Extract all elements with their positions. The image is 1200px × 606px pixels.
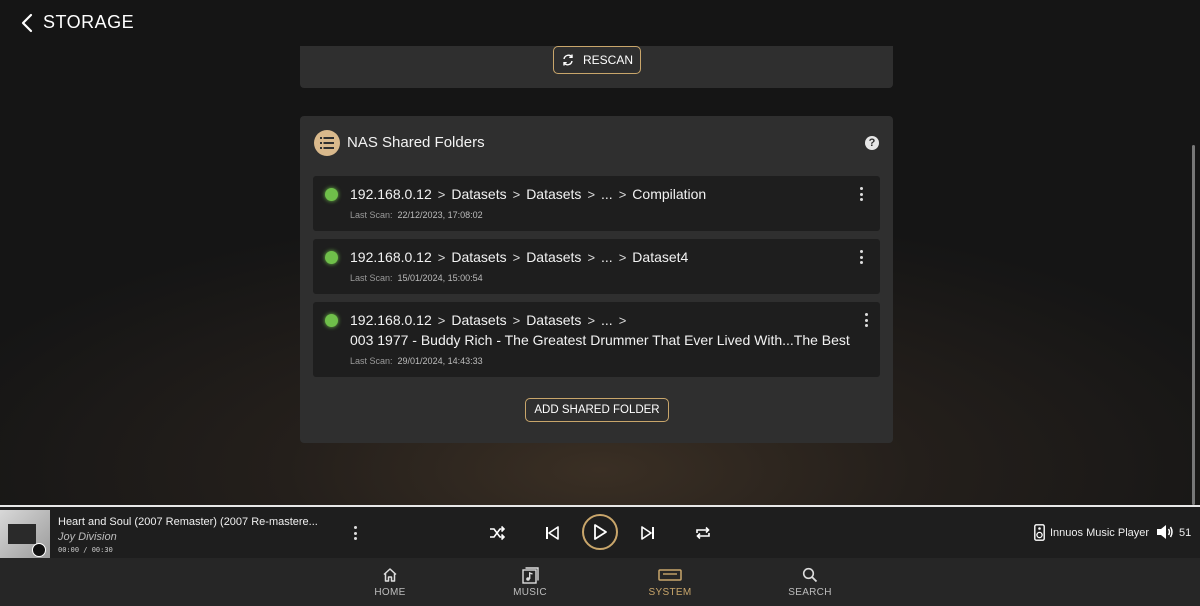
folder-row[interactable]: 192.168.0.12 > Datasets > Datasets > ... > 0… bbox=[313, 302, 880, 377]
path-segment: 192.168.0.12 bbox=[350, 249, 432, 265]
rescan-icon bbox=[563, 54, 573, 66]
search-icon bbox=[802, 566, 818, 584]
folder-row[interactable]: 192.168.0.12 > Datasets > Datasets > ... > C… bbox=[313, 176, 880, 231]
nas-section-title: NAS Shared Folders bbox=[347, 134, 485, 151]
last-scan: Last Scan: 29/01/2024, 14:43:33 bbox=[350, 356, 483, 366]
chevron-right-icon: > bbox=[512, 312, 521, 328]
track-artist[interactable]: Joy Division bbox=[58, 531, 117, 543]
track-time: 00:00 / 00:30 bbox=[58, 546, 113, 554]
volume-level: 51 bbox=[1179, 527, 1192, 539]
path-segment: Datasets bbox=[526, 249, 582, 265]
system-icon bbox=[658, 566, 682, 584]
nav-label: SYSTEM bbox=[648, 587, 692, 598]
back-arrow-icon[interactable] bbox=[18, 12, 38, 34]
more-options-icon[interactable] bbox=[854, 248, 868, 266]
nav-music[interactable]: MUSIC bbox=[490, 558, 570, 606]
nav-home[interactable]: HOME bbox=[350, 558, 430, 606]
scrollbar[interactable] bbox=[1192, 145, 1195, 505]
album-art[interactable] bbox=[0, 510, 50, 560]
help-icon[interactable]: ? bbox=[865, 136, 879, 150]
folder-path: 192.168.0.12 > Datasets > Datasets > ... > C… bbox=[350, 186, 706, 202]
status-online-icon bbox=[325, 251, 338, 264]
chevron-right-icon: > bbox=[587, 186, 596, 202]
last-scan-label: Last Scan: bbox=[350, 210, 393, 220]
folder-path: 192.168.0.12 > Datasets > Datasets > ... > D… bbox=[350, 249, 688, 265]
more-options-icon[interactable] bbox=[859, 311, 873, 329]
chevron-right-icon: > bbox=[437, 186, 446, 202]
last-scan-value: 22/12/2023, 17:08:02 bbox=[397, 210, 483, 220]
last-scan-value: 15/01/2024, 15:00:54 bbox=[397, 273, 483, 283]
rescan-label: RESCAN bbox=[582, 53, 633, 67]
path-segment: Datasets bbox=[451, 249, 507, 265]
add-shared-folder-label: ADD SHARED FOLDER bbox=[534, 404, 660, 416]
path-segment: ... bbox=[601, 249, 613, 265]
play-icon bbox=[594, 524, 607, 540]
add-shared-folder-button[interactable]: ADD SHARED FOLDER bbox=[525, 398, 669, 422]
path-segment: Datasets bbox=[451, 312, 507, 328]
path-segment: ... bbox=[601, 312, 613, 328]
play-button[interactable] bbox=[582, 514, 618, 550]
nav-label: SEARCH bbox=[788, 587, 832, 598]
nas-shared-folders-card: NAS Shared Folders ? 192.168.0.12 > Datas… bbox=[300, 116, 893, 443]
output-device-name[interactable]: Innuos Music Player bbox=[1050, 527, 1149, 539]
previous-icon[interactable] bbox=[543, 524, 561, 542]
path-segment: 192.168.0.12 bbox=[350, 312, 432, 328]
path-segment: Datasets bbox=[526, 186, 582, 202]
chevron-right-icon: > bbox=[512, 249, 521, 265]
last-scan-label: Last Scan: bbox=[350, 273, 393, 283]
status-online-icon bbox=[325, 314, 338, 327]
chevron-right-icon: > bbox=[618, 186, 627, 202]
path-segment: Dataset4 bbox=[632, 249, 689, 265]
home-icon bbox=[382, 566, 398, 584]
track-options-icon[interactable] bbox=[348, 524, 362, 542]
nav-system[interactable]: SYSTEM bbox=[630, 558, 710, 606]
chevron-right-icon: > bbox=[512, 186, 521, 202]
more-options-icon[interactable] bbox=[854, 185, 868, 203]
list-icon bbox=[314, 130, 340, 156]
nav-search[interactable]: SEARCH bbox=[770, 558, 850, 606]
last-scan-label: Last Scan: bbox=[350, 356, 393, 366]
last-scan: Last Scan: 22/12/2023, 17:08:02 bbox=[350, 210, 483, 220]
speaker-device-icon[interactable] bbox=[1033, 523, 1045, 541]
folder-path: 192.168.0.12 > Datasets > Datasets > ... > bbox=[350, 312, 626, 328]
last-scan: Last Scan: 15/01/2024, 15:00:54 bbox=[350, 273, 483, 283]
chevron-right-icon: > bbox=[437, 249, 446, 265]
nav-label: HOME bbox=[374, 587, 406, 598]
track-title: Heart and Soul (2007 Remaster) (2007 Re-… bbox=[58, 516, 318, 528]
folder-row[interactable]: 192.168.0.12 > Datasets > Datasets > ... > D… bbox=[313, 239, 880, 294]
path-segment: 192.168.0.12 bbox=[350, 186, 432, 202]
path-segment: ... bbox=[601, 186, 613, 202]
player-bar: Heart and Soul (2007 Remaster) (2007 Re-… bbox=[0, 505, 1200, 560]
rescan-button[interactable]: RESCAN bbox=[553, 46, 641, 74]
nav-label: MUSIC bbox=[513, 587, 547, 598]
last-scan-value: 29/01/2024, 14:43:33 bbox=[397, 356, 483, 366]
folder-path-continued: 003 1977 - Buddy Rich - The Greatest Dru… bbox=[350, 332, 850, 348]
repeat-icon[interactable] bbox=[694, 524, 712, 542]
path-segment: Datasets bbox=[451, 186, 507, 202]
status-online-icon bbox=[325, 188, 338, 201]
zoom-icon bbox=[32, 543, 46, 557]
chevron-right-icon: > bbox=[618, 249, 627, 265]
chevron-right-icon: > bbox=[587, 249, 596, 265]
rescan-card: RESCAN bbox=[300, 46, 893, 88]
chevron-right-icon: > bbox=[618, 312, 627, 328]
chevron-right-icon: > bbox=[587, 312, 596, 328]
top-bar: STORAGE bbox=[0, 0, 1200, 46]
path-segment: Datasets bbox=[526, 312, 582, 328]
chevron-right-icon: > bbox=[437, 312, 446, 328]
next-icon[interactable] bbox=[639, 524, 657, 542]
bottom-nav: HOME MUSIC SYSTEM SEARCH bbox=[0, 558, 1200, 606]
page-title: STORAGE bbox=[43, 12, 135, 32]
volume-icon[interactable] bbox=[1156, 524, 1174, 540]
shuffle-icon[interactable] bbox=[488, 524, 506, 542]
path-segment: Compilation bbox=[632, 186, 707, 202]
music-library-icon bbox=[521, 566, 539, 584]
